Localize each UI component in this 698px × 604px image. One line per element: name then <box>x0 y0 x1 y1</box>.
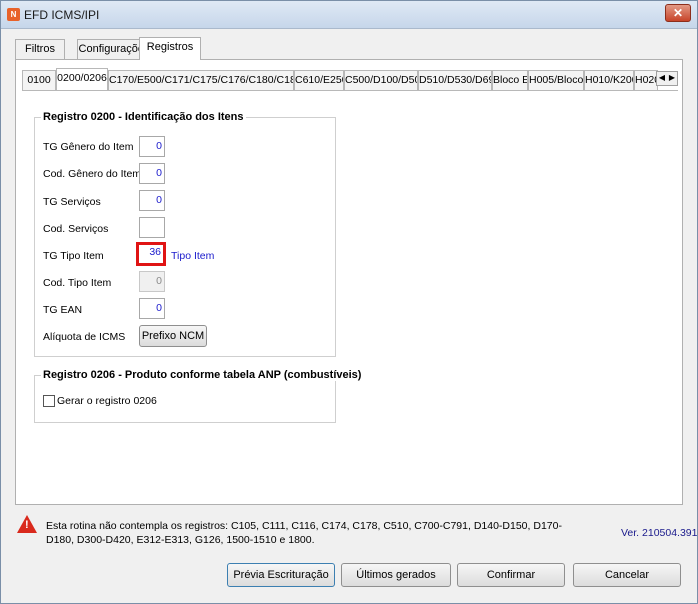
link-tipo-item[interactable]: Tipo Item <box>171 250 214 262</box>
group-registro-0206-legend: Registro 0206 - Produto conforme tabela … <box>41 369 364 381</box>
label-cod-servicos: Cod. Serviços <box>43 223 109 235</box>
subtab-c500[interactable]: C500/D100/D500 <box>344 70 418 90</box>
label-tg-servicos: TG Serviços <box>43 196 101 208</box>
confirmar-button[interactable]: Confirmar <box>457 563 565 587</box>
warning-exclamation-icon: ! <box>25 519 29 531</box>
close-button[interactable]: ✕ <box>665 4 691 22</box>
tab-registros[interactable]: Registros <box>139 37 201 60</box>
input-tg-servicos[interactable]: 0 <box>139 190 165 211</box>
cancelar-button[interactable]: Cancelar <box>573 563 681 587</box>
gerar-0206-checkbox[interactable] <box>43 395 55 407</box>
subtab-c170[interactable]: C170/E500/C171/C175/C176/C180/C185/C197 <box>108 70 294 90</box>
subtab-0100[interactable]: 0100 <box>22 70 56 90</box>
subtab-c610[interactable]: C610/E250 <box>294 70 344 90</box>
label-cod-tipo-item: Cod. Tipo Item <box>43 277 112 289</box>
subtab-0200-0206[interactable]: 0200/0206 <box>56 68 108 90</box>
subtab-h005[interactable]: H005/Bloco K <box>528 70 584 90</box>
ultimos-gerados-button[interactable]: Últimos gerados <box>341 563 451 587</box>
input-tg-ean[interactable]: 0 <box>139 298 165 319</box>
group-registro-0200: Registro 0200 - Identificação dos Itens … <box>34 111 336 357</box>
scroll-right-icon[interactable]: ▶ <box>667 73 677 82</box>
efd-window: N EFD ICMS/IPI ✕ Filtros Configurações R… <box>0 0 698 604</box>
input-tg-genero-item[interactable]: 0 <box>139 136 165 157</box>
previa-escrituracao-button[interactable]: Prévia Escrituração <box>227 563 335 587</box>
label-cod-genero-item: Cod. Gênero do Item <box>43 168 142 180</box>
scroll-left-icon[interactable]: ◀ <box>657 73 667 82</box>
subtab-h010[interactable]: H010/K200 <box>584 70 634 90</box>
subtab-d510[interactable]: D510/D530/D695 <box>418 70 492 90</box>
subtab-bloco-e[interactable]: Bloco E <box>492 70 528 90</box>
version-label: Ver. 210504.391 <box>621 527 698 539</box>
prefixo-ncm-button[interactable]: Prefixo NCM <box>139 325 207 347</box>
input-cod-servicos[interactable] <box>139 217 165 238</box>
tab-scroll-arrows[interactable]: ◀ ▶ <box>656 71 678 86</box>
subtab-0200-panel: Registro 0200 - Identificação dos Itens … <box>22 90 678 502</box>
group-registro-0200-legend: Registro 0200 - Identificação dos Itens <box>41 111 246 123</box>
app-icon: N <box>7 8 20 21</box>
label-tg-ean: TG EAN <box>43 304 83 316</box>
registros-panel: 0100 0200/0206 C170/E500/C171/C175/C176/… <box>15 59 683 505</box>
input-cod-tipo-item: 0 <box>139 271 165 292</box>
window-title: EFD ICMS/IPI <box>24 8 100 22</box>
label-tg-genero-item: TG Gênero do Item <box>43 141 134 153</box>
sub-tab-strip: 0100 0200/0206 C170/E500/C171/C175/C176/… <box>22 68 678 90</box>
label-tg-tipo-item: TG Tipo Item <box>43 250 104 262</box>
label-aliquota-icms: Alíquota de ICMS <box>43 331 126 343</box>
subtab-h020[interactable]: H020 <box>634 70 658 90</box>
gerar-0206-label[interactable]: Gerar o registro 0206 <box>57 395 157 407</box>
input-tg-tipo-item[interactable]: 36 <box>136 242 166 266</box>
tab-filtros[interactable]: Filtros <box>15 39 65 59</box>
input-cod-genero-item[interactable]: 0 <box>139 163 165 184</box>
group-registro-0206: Registro 0206 - Produto conforme tabela … <box>34 369 364 423</box>
title-bar: N EFD ICMS/IPI ✕ <box>1 1 697 29</box>
notice-text: Esta rotina não contempla os registros: … <box>46 520 562 546</box>
